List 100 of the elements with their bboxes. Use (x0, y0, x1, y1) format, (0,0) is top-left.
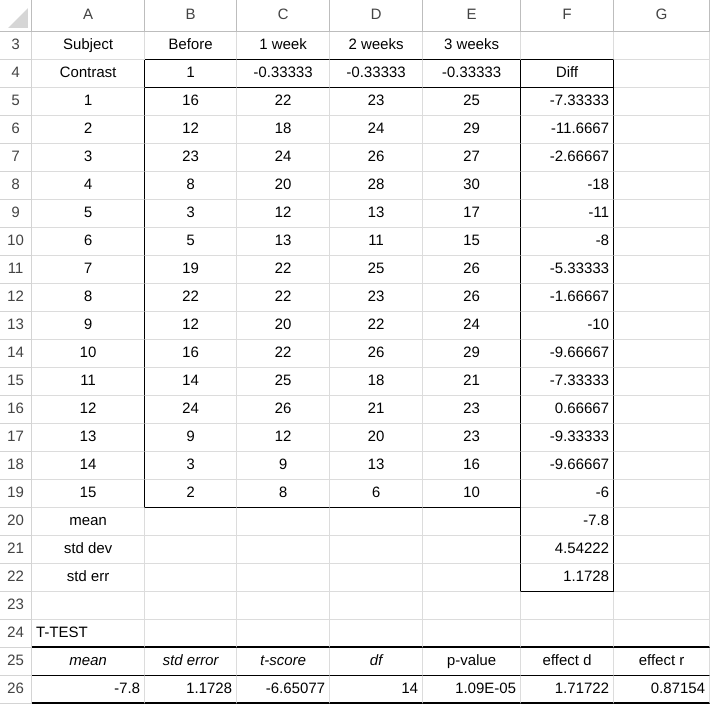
table-cell: T-TEST (32, 620, 145, 648)
table-cell: 9 (145, 424, 237, 452)
table-cell: std error (145, 648, 237, 676)
table-cell: 20 (237, 172, 330, 200)
table-cell: 6 (32, 228, 145, 256)
row-header[interactable]: 26 (0, 676, 32, 704)
table-cell: 16 (145, 340, 237, 368)
table-cell: 25 (330, 256, 423, 284)
table-cell: 23 (423, 424, 521, 452)
table-cell: 22 (237, 256, 330, 284)
table-cell: 0.87154 (614, 676, 710, 704)
row-header[interactable]: 17 (0, 424, 32, 452)
table-cell: 8 (32, 284, 145, 312)
row-header[interactable]: 15 (0, 368, 32, 396)
table-cell: 3 weeks (423, 32, 521, 60)
table-cell: 27 (423, 144, 521, 172)
table-cell: 10 (423, 480, 521, 508)
column-header[interactable]: E (423, 0, 521, 32)
table-cell: -0.33333 (423, 60, 521, 88)
table-cell: 24 (330, 116, 423, 144)
table-cell: 9 (237, 452, 330, 480)
row-header[interactable]: 6 (0, 116, 32, 144)
column-header[interactable]: D (330, 0, 423, 32)
row-header[interactable]: 10 (0, 228, 32, 256)
table-cell: 13 (330, 200, 423, 228)
table-cell: 15 (423, 228, 521, 256)
table-cell: 21 (330, 396, 423, 424)
row-header[interactable]: 25 (0, 648, 32, 676)
row-header[interactable]: 14 (0, 340, 32, 368)
row-header[interactable]: 4 (0, 60, 32, 88)
table-cell: 1.71722 (521, 676, 614, 704)
column-header[interactable]: F (521, 0, 614, 32)
table-cell: -0.33333 (237, 60, 330, 88)
row-header[interactable]: 11 (0, 256, 32, 284)
row-header[interactable]: 13 (0, 312, 32, 340)
column-header[interactable]: G (614, 0, 710, 32)
table-cell: 26 (423, 256, 521, 284)
table-cell: -9.66667 (521, 340, 614, 368)
table-cell: 20 (330, 424, 423, 452)
table-cell: 16 (145, 88, 237, 116)
table-cell: 26 (330, 144, 423, 172)
row-header[interactable]: 3 (0, 32, 32, 60)
table-cell: 23 (330, 284, 423, 312)
table-cell: 11 (32, 368, 145, 396)
table-cell: 22 (237, 340, 330, 368)
table-cell: Before (145, 32, 237, 60)
table-cell: -7.33333 (521, 368, 614, 396)
table-cell: 25 (237, 368, 330, 396)
table-cell: 19 (145, 256, 237, 284)
table-cell: -6.65077 (237, 676, 330, 704)
table-cell: 24 (145, 396, 237, 424)
row-header[interactable]: 24 (0, 620, 32, 648)
table-cell: 14 (330, 676, 423, 704)
table-cell: 28 (330, 172, 423, 200)
row-header[interactable]: 21 (0, 536, 32, 564)
select-all-icon[interactable] (8, 8, 28, 28)
table-cell: 29 (423, 340, 521, 368)
table-cell: 23 (145, 144, 237, 172)
table-cell: 3 (32, 144, 145, 172)
table-cell: 6 (330, 480, 423, 508)
table-cell: effect d (521, 648, 614, 676)
row-header[interactable]: 5 (0, 88, 32, 116)
table-cell: 5 (32, 200, 145, 228)
table-cell: 1.1728 (145, 676, 237, 704)
table-cell: 25 (423, 88, 521, 116)
table-cell: mean (32, 648, 145, 676)
table-cell: 13 (330, 452, 423, 480)
row-header[interactable]: 20 (0, 508, 32, 536)
table-cell: Contrast (32, 60, 145, 88)
table-cell: -7.33333 (521, 88, 614, 116)
table-cell: 29 (423, 116, 521, 144)
row-header[interactable]: 7 (0, 144, 32, 172)
table-cell: 24 (237, 144, 330, 172)
row-header[interactable]: 12 (0, 284, 32, 312)
table-cell: 7 (32, 256, 145, 284)
table-cell: 12 (32, 396, 145, 424)
table-cell: -18 (521, 172, 614, 200)
row-header[interactable]: 16 (0, 396, 32, 424)
table-cell: 1 week (237, 32, 330, 60)
table-cell: 13 (32, 424, 145, 452)
table-cell: 8 (145, 172, 237, 200)
table-cell: 24 (423, 312, 521, 340)
table-cell: -9.66667 (521, 452, 614, 480)
table-cell: 26 (423, 284, 521, 312)
row-header[interactable]: 22 (0, 564, 32, 592)
row-header[interactable]: 19 (0, 480, 32, 508)
table-cell: std dev (32, 536, 145, 564)
table-cell: 2 (145, 480, 237, 508)
row-header[interactable]: 18 (0, 452, 32, 480)
row-header[interactable]: 23 (0, 592, 32, 620)
table-cell: 11 (330, 228, 423, 256)
table-cell: -9.33333 (521, 424, 614, 452)
column-header[interactable]: B (145, 0, 237, 32)
table-cell: -7.8 (32, 676, 145, 704)
table-cell: 26 (237, 396, 330, 424)
column-header[interactable]: C (237, 0, 330, 32)
column-header[interactable]: A (32, 0, 145, 32)
table-cell: 16 (423, 452, 521, 480)
row-header[interactable]: 9 (0, 200, 32, 228)
row-header[interactable]: 8 (0, 172, 32, 200)
